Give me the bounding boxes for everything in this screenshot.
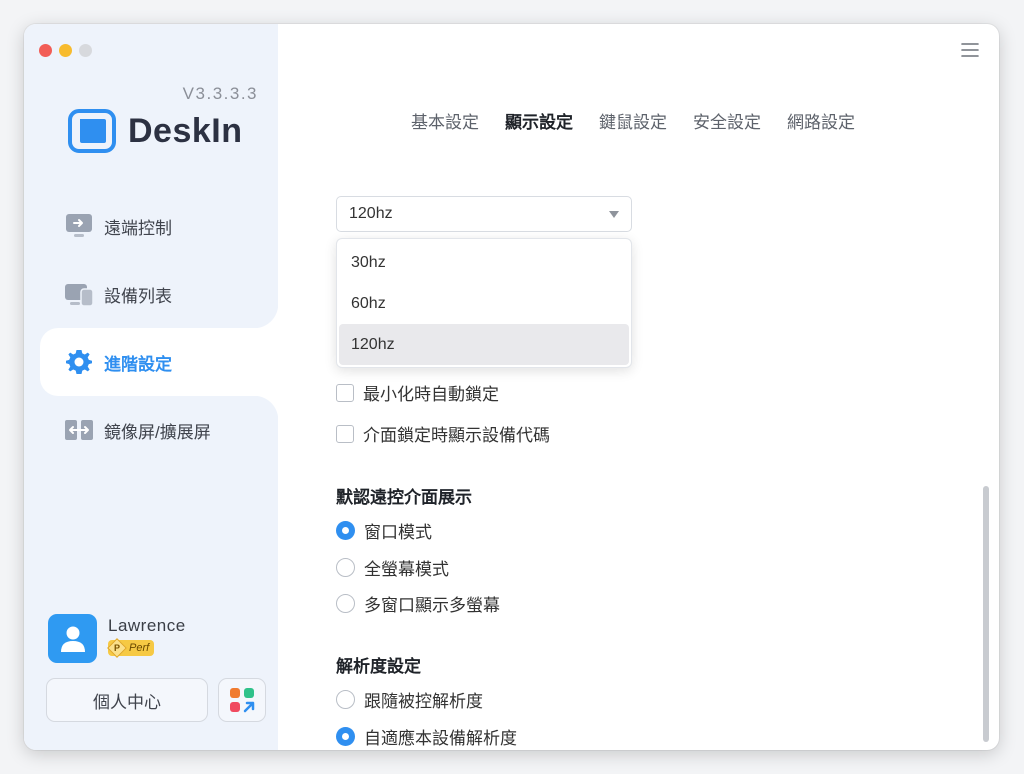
refresh-option-30hz[interactable]: 30hz <box>339 242 629 283</box>
resolution-follow-remote[interactable]: 跟隨被控解析度 <box>336 687 483 712</box>
refresh-option-60hz[interactable]: 60hz <box>339 283 629 324</box>
vertical-scrollbar[interactable] <box>983 486 989 742</box>
refresh-option-120hz[interactable]: 120hz <box>339 324 629 365</box>
settings-panel: 基本設定 顯示設定 鍵鼠設定 安全設定 網路設定 120hz 30hz 60hz… <box>278 24 999 750</box>
gear-icon <box>64 349 94 375</box>
app-name: DeskIn <box>128 111 243 150</box>
deskin-logo-icon <box>68 109 116 153</box>
tab-security-settings[interactable]: 安全設定 <box>693 108 761 133</box>
sidebar-item-remote-control[interactable]: 遠端控制 <box>24 192 278 260</box>
tab-network-settings[interactable]: 網路設定 <box>787 108 855 133</box>
sidebar-item-label: 進階設定 <box>104 354 172 374</box>
resolution-adaptive-local[interactable]: 自適應本設備解析度 <box>336 724 517 749</box>
minimize-lock-checkbox[interactable] <box>336 383 354 402</box>
user-profile[interactable]: Lawrence P Perf <box>48 614 186 663</box>
radio-button[interactable] <box>336 727 355 746</box>
option-label: 跟隨被控解析度 <box>364 692 483 711</box>
sidebar: V3.3.3.3 DeskIn 遠端控制 設備列表 進階設定 鏡像屏/擴展屏 L… <box>24 24 278 750</box>
remote-monitor-icon <box>64 213 94 239</box>
apps-button[interactable] <box>218 678 266 722</box>
option-label: 窗口模式 <box>364 523 432 542</box>
user-icon <box>60 626 85 652</box>
settings-tabs: 基本設定 顯示設定 鍵鼠設定 安全設定 網路設定 <box>411 108 855 133</box>
display-mode-multi-window[interactable]: 多窗口顯示多螢幕 <box>336 591 500 616</box>
option-label: 自適應本設備解析度 <box>364 729 517 748</box>
personal-center-button[interactable]: 個人中心 <box>46 678 208 722</box>
sidebar-item-advanced-settings[interactable]: 進階設定 <box>40 328 278 396</box>
app-window: V3.3.3.3 DeskIn 遠端控制 設備列表 進階設定 鏡像屏/擴展屏 L… <box>24 24 999 750</box>
radio-button[interactable] <box>336 521 355 540</box>
sidebar-item-label: 遠端控制 <box>104 218 172 238</box>
refresh-rate-value: 120hz <box>349 205 393 222</box>
plan-badge-icon: P <box>107 638 127 658</box>
mirror-screen-icon <box>64 417 94 443</box>
tab-display-settings[interactable]: 顯示設定 <box>505 108 573 133</box>
plan-badge: P Perf <box>107 638 155 658</box>
option-label: 全螢幕模式 <box>364 560 449 579</box>
sidebar-nav: 遠端控制 設備列表 進階設定 鏡像屏/擴展屏 <box>24 192 278 464</box>
devices-icon <box>64 281 94 307</box>
radio-button[interactable] <box>336 558 355 577</box>
username: Lawrence <box>108 616 186 635</box>
avatar[interactable] <box>48 614 97 663</box>
sidebar-item-mirror-extend[interactable]: 鏡像屏/擴展屏 <box>24 396 278 464</box>
apps-grid-icon <box>230 688 255 713</box>
tab-basic-settings[interactable]: 基本設定 <box>411 108 479 133</box>
plan-badge-label: Perf <box>129 642 150 654</box>
show-code-option[interactable]: 介面鎖定時顯示設備代碼 <box>336 421 550 446</box>
option-label: 最小化時自動鎖定 <box>363 385 499 404</box>
resolution-title: 解析度設定 <box>336 657 421 676</box>
sidebar-item-label: 設備列表 <box>104 286 172 306</box>
caret-down-icon <box>609 211 619 218</box>
window-controls <box>39 44 92 57</box>
refresh-rate-select[interactable]: 120hz <box>336 196 632 232</box>
minimize-window-button[interactable] <box>59 44 72 57</box>
option-label: 介面鎖定時顯示設備代碼 <box>363 426 550 445</box>
tab-keyboard-mouse-settings[interactable]: 鍵鼠設定 <box>599 108 667 133</box>
display-mode-window[interactable]: 窗口模式 <box>336 518 432 543</box>
display-mode-title: 默認遠控介面展示 <box>336 488 472 507</box>
sidebar-item-device-list[interactable]: 設備列表 <box>24 260 278 328</box>
radio-button[interactable] <box>336 690 355 709</box>
show-code-checkbox[interactable] <box>336 424 354 443</box>
zoom-window-button[interactable] <box>79 44 92 57</box>
refresh-rate-dropdown: 30hz 60hz 120hz <box>336 238 632 368</box>
display-mode-fullscreen[interactable]: 全螢幕模式 <box>336 555 449 580</box>
hamburger-menu-icon[interactable] <box>961 42 979 63</box>
sidebar-item-label: 鏡像屏/擴展屏 <box>104 422 211 442</box>
option-label: 多窗口顯示多螢幕 <box>364 596 500 615</box>
app-logo: DeskIn <box>68 107 243 155</box>
close-window-button[interactable] <box>39 44 52 57</box>
radio-button[interactable] <box>336 594 355 613</box>
app-version: V3.3.3.3 <box>182 84 258 103</box>
minimize-lock-option[interactable]: 最小化時自動鎖定 <box>336 380 499 405</box>
